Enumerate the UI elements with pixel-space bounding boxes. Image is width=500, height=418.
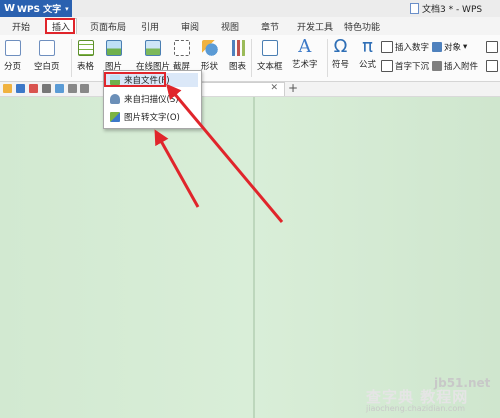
watermark-url: jiaocheng.chazidian.com xyxy=(366,404,466,413)
arrow-to-menu xyxy=(154,129,200,208)
annotation-arrows xyxy=(154,83,284,223)
arrow-to-from-file xyxy=(166,83,284,223)
